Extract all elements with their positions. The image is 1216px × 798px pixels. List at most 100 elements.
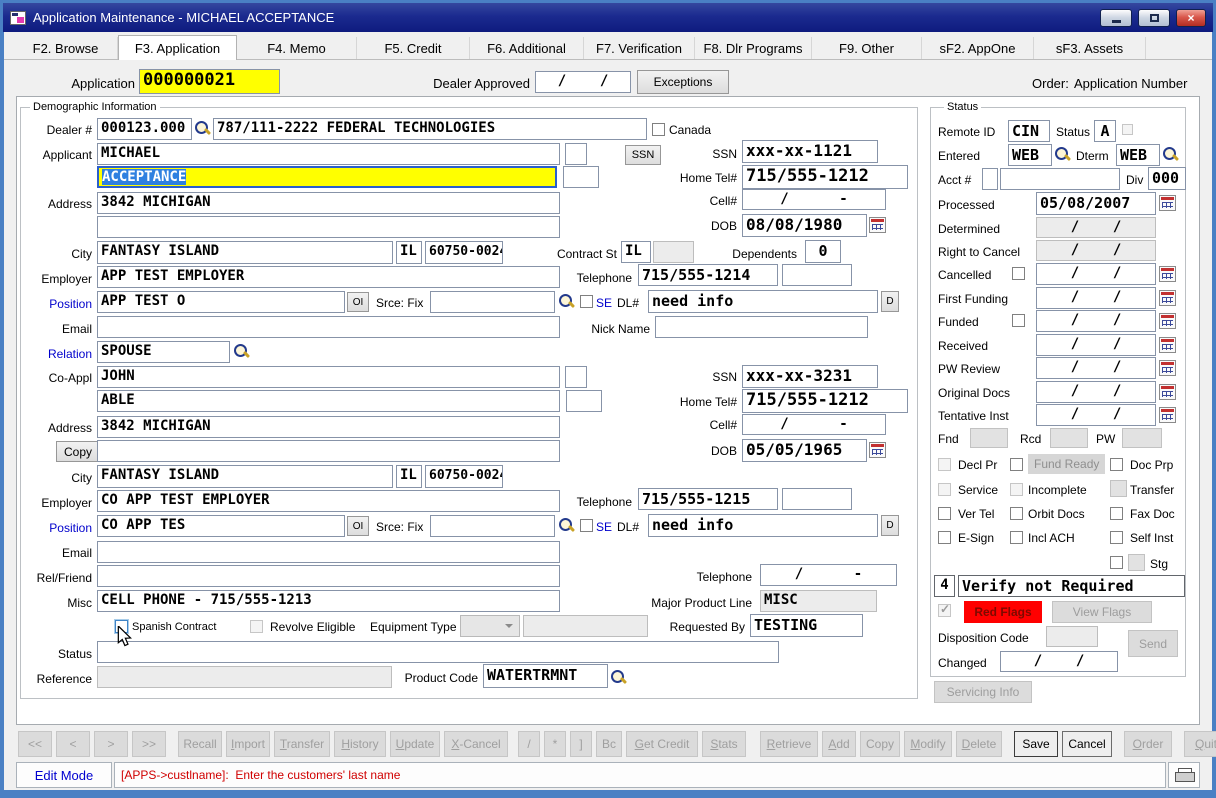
oi-button[interactable]: OI <box>347 292 369 312</box>
applicant-telephone-field[interactable]: 715/555-1214 <box>638 264 778 286</box>
dealer-name-field[interactable]: 787/111-2222 FEDERAL TECHNOLOGIES <box>213 118 647 140</box>
coappl-srce-fix-field[interactable] <box>430 515 555 537</box>
coappl-suffix-field[interactable] <box>566 390 602 412</box>
delete-button[interactable]: Delete <box>956 731 1002 757</box>
dealer-number-field[interactable]: 000123.000 <box>97 118 192 140</box>
x-cancel-button[interactable]: X-Cancel <box>444 731 508 757</box>
status-code-field[interactable]: A <box>1094 120 1116 142</box>
processed-field[interactable]: 05/08/2007 <box>1036 192 1156 215</box>
dealer-approved-field[interactable]: / / <box>535 71 631 93</box>
srce-search-icon[interactable] <box>558 293 574 309</box>
star-button[interactable]: * <box>544 731 566 757</box>
funded-checkbox[interactable] <box>1012 314 1025 327</box>
tentative-inst-calendar-icon[interactable] <box>1159 407 1176 423</box>
received-field[interactable]: / / <box>1036 334 1156 356</box>
applicant-cell-field[interactable]: / - <box>742 189 886 210</box>
pw-review-field[interactable]: / / <box>1036 357 1156 379</box>
applicant-address2-field[interactable] <box>97 216 560 238</box>
entered-search-icon[interactable] <box>1054 146 1070 162</box>
applicant-ssn-field[interactable]: xxx-xx-1121 <box>742 140 878 163</box>
coappl-oi-button[interactable]: OI <box>347 516 369 536</box>
fax-doc-checkbox[interactable] <box>1110 507 1123 520</box>
changed-field[interactable]: / / <box>1000 651 1118 672</box>
fund-ready-checkbox[interactable] <box>1010 458 1023 471</box>
applicant-home-tel-field[interactable]: 715/555-1212 <box>742 165 908 189</box>
calendar-icon[interactable] <box>869 217 886 233</box>
app-status-field[interactable] <box>97 641 779 663</box>
div-field[interactable]: 000 <box>1148 167 1186 190</box>
acct-prefix-field[interactable] <box>982 168 998 190</box>
applicant-email-field[interactable] <box>97 316 560 338</box>
misc-field[interactable]: CELL PHONE - 715/555-1213 <box>97 590 560 612</box>
recall-button[interactable]: Recall <box>178 731 222 757</box>
stats-button[interactable]: Stats <box>702 731 746 757</box>
applicant-position-field[interactable]: APP TEST O <box>97 291 345 313</box>
view-flags-button[interactable]: View Flags <box>1052 601 1152 623</box>
copy-button[interactable]: Copy <box>860 731 900 757</box>
funded-calendar-icon[interactable] <box>1159 313 1176 329</box>
application-number-field[interactable]: 000000021 <box>139 69 280 94</box>
entered-field[interactable]: WEB <box>1008 144 1052 166</box>
coappl-city-field[interactable]: FANTASY ISLAND <box>97 465 393 488</box>
se-checkbox[interactable] <box>580 295 593 308</box>
printer-cell[interactable] <box>1168 762 1200 788</box>
coappl-address-field[interactable]: 3842 MICHIGAN <box>97 416 560 438</box>
tab-credit[interactable]: F5. Credit <box>357 37 470 59</box>
coappl-state-field[interactable]: IL <box>396 465 422 488</box>
tab-appone[interactable]: sF2. AppOne <box>922 37 1034 59</box>
save-button[interactable]: Save <box>1014 731 1058 757</box>
equipment-type-dropdown[interactable] <box>460 615 520 637</box>
prev-record-button[interactable]: < <box>56 731 90 757</box>
transfer-button[interactable]: Transfer <box>274 731 330 757</box>
servicing-info-button[interactable]: Servicing Info <box>934 681 1032 703</box>
e-sign-checkbox[interactable] <box>938 531 951 544</box>
relation-label[interactable]: Relation <box>16 347 92 361</box>
coappl-ssn-field[interactable]: xxx-xx-3231 <box>742 365 878 388</box>
tab-memo[interactable]: F4. Memo <box>237 37 357 59</box>
cancelled-checkbox[interactable] <box>1012 267 1025 280</box>
d-button[interactable]: D <box>881 291 899 312</box>
applicant-address-field[interactable]: 3842 MICHIGAN <box>97 192 560 214</box>
tab-assets[interactable]: sF3. Assets <box>1034 37 1146 59</box>
cancelled-field[interactable]: / / <box>1036 263 1156 285</box>
coappl-email-field[interactable] <box>97 541 560 563</box>
coappl-employer-field[interactable]: CO APP TEST EMPLOYER <box>97 490 560 512</box>
applicant-dl-field[interactable]: need info <box>648 290 878 313</box>
coappl-initial-field[interactable] <box>565 366 587 388</box>
rel-friend-field[interactable] <box>97 565 560 587</box>
remote-id-field[interactable]: CIN <box>1008 120 1050 142</box>
minimize-button[interactable] <box>1100 9 1132 27</box>
coappl-position-label[interactable]: Position <box>16 521 92 535</box>
coappl-cell-field[interactable]: / - <box>742 414 886 435</box>
dterm-search-icon[interactable] <box>1162 146 1178 162</box>
product-code-field[interactable]: WATERTRMNT <box>483 664 608 688</box>
modify-button[interactable]: Modify <box>904 731 952 757</box>
coappl-address2-field[interactable] <box>97 440 560 462</box>
coappl-zip-field[interactable]: 60750-0024 <box>425 465 503 488</box>
coappl-dl-field[interactable]: need info <box>648 514 878 537</box>
contract-st-field[interactable]: IL <box>621 241 651 263</box>
first-funding-field[interactable]: / / <box>1036 287 1156 309</box>
coappl-calendar-icon[interactable] <box>869 442 886 458</box>
original-docs-calendar-icon[interactable] <box>1159 384 1176 400</box>
order-button[interactable]: Order <box>1124 731 1172 757</box>
applicant-employer-field[interactable]: APP TEST EMPLOYER <box>97 266 560 288</box>
stg-checkbox[interactable] <box>1110 556 1123 569</box>
dterm-field[interactable]: WEB <box>1116 144 1160 166</box>
first-record-button[interactable]: << <box>18 731 52 757</box>
position-label[interactable]: Position <box>16 297 92 311</box>
coappl-srce-search-icon[interactable] <box>558 517 574 533</box>
requested-by-field[interactable]: TESTING <box>750 614 863 637</box>
slash-button[interactable]: / <box>518 731 540 757</box>
self-inst-checkbox[interactable] <box>1110 531 1123 544</box>
tab-additional[interactable]: F6. Additional <box>470 37 584 59</box>
processed-calendar-icon[interactable] <box>1159 195 1176 211</box>
applicant-state-field[interactable]: IL <box>396 241 422 264</box>
product-code-search-icon[interactable] <box>610 669 626 685</box>
funded-field[interactable]: / / <box>1036 310 1156 332</box>
coappl-position-field[interactable]: CO APP TES <box>97 515 345 537</box>
applicant-last-name-field[interactable]: ACCEPTANCE <box>97 166 557 188</box>
update-button[interactable]: Update <box>390 731 440 757</box>
original-docs-field[interactable]: / / <box>1036 381 1156 403</box>
coappl-home-tel-field[interactable]: 715/555-1212 <box>742 389 908 413</box>
